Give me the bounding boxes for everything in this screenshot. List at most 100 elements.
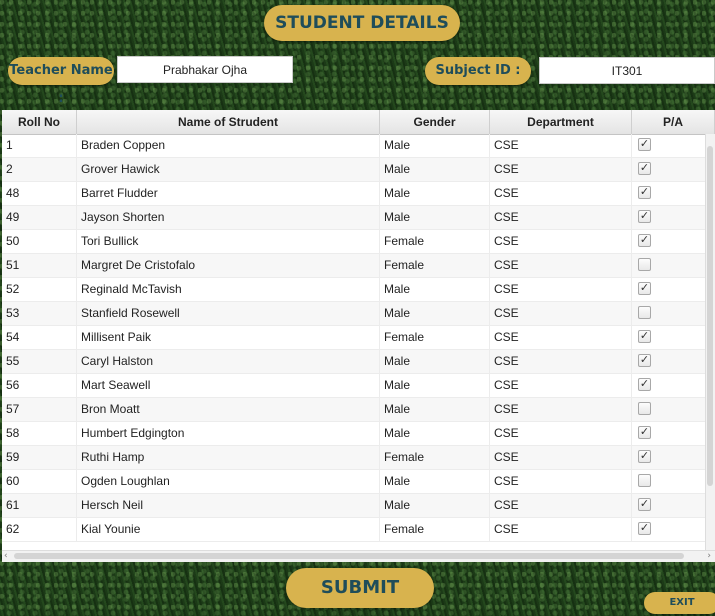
attendance-cell: ✓ <box>632 278 715 301</box>
table-row[interactable]: 48 Barret Fludder Male CSE ✓ <box>2 182 715 206</box>
table-row[interactable]: 51 Margret De Cristofalo Female CSE <box>2 254 715 278</box>
attendance-checkbox[interactable]: ✓ <box>638 450 651 463</box>
roll-no-cell: 54 <box>2 326 77 349</box>
scroll-left-icon[interactable]: ‹ <box>4 551 8 562</box>
roll-no-cell: 59 <box>2 446 77 469</box>
roll-no-cell: 56 <box>2 374 77 397</box>
attendance-cell: ✓ <box>632 374 715 397</box>
attendance-checkbox[interactable]: ✓ <box>638 354 651 367</box>
gender-cell: Female <box>380 230 490 253</box>
student-name-cell: Ruthi Hamp <box>77 446 380 469</box>
column-header-pa[interactable]: P/A <box>632 110 715 134</box>
gender-cell: Male <box>380 470 490 493</box>
column-header-department[interactable]: Department <box>490 110 632 134</box>
column-header-gender[interactable]: Gender <box>380 110 490 134</box>
gender-cell: Male <box>380 374 490 397</box>
table-row[interactable]: 49 Jayson Shorten Male CSE ✓ <box>2 206 715 230</box>
gender-cell: Male <box>380 206 490 229</box>
student-name-cell: Jayson Shorten <box>77 206 380 229</box>
student-name-cell: Grover Hawick <box>77 158 380 181</box>
roll-no-cell: 50 <box>2 230 77 253</box>
student-name-cell: Kial Younie <box>77 518 380 541</box>
subject-id-field[interactable]: IT301 <box>539 57 715 84</box>
student-name-cell: Mart Seawell <box>77 374 380 397</box>
column-header-name[interactable]: Name of Strudent <box>77 110 380 134</box>
gender-cell: Male <box>380 422 490 445</box>
attendance-checkbox[interactable]: ✓ <box>638 210 651 223</box>
teacher-name-field[interactable]: Prabhakar Ojha <box>117 56 293 83</box>
attendance-checkbox[interactable]: ✓ <box>638 498 651 511</box>
horizontal-scrollbar[interactable]: ‹ › <box>2 550 715 562</box>
department-cell: CSE <box>490 302 632 325</box>
vertical-scroll-thumb[interactable] <box>707 146 713 486</box>
attendance-cell: ✓ <box>632 230 715 253</box>
roll-no-cell: 1 <box>2 134 77 157</box>
attendance-cell: ✓ <box>632 446 715 469</box>
attendance-checkbox[interactable]: ✓ <box>638 282 651 295</box>
vertical-scrollbar[interactable] <box>705 134 715 552</box>
table-row[interactable]: 53 Stanfield Rosewell Male CSE <box>2 302 715 326</box>
roll-no-cell: 49 <box>2 206 77 229</box>
attendance-checkbox[interactable]: ✓ <box>638 522 651 535</box>
gender-cell: Male <box>380 158 490 181</box>
department-cell: CSE <box>490 374 632 397</box>
attendance-cell <box>632 302 715 325</box>
table-row[interactable]: 61 Hersch Neil Male CSE ✓ <box>2 494 715 518</box>
table-row[interactable]: 58 Humbert Edgington Male CSE ✓ <box>2 422 715 446</box>
table-row[interactable]: 57 Bron Moatt Male CSE <box>2 398 715 422</box>
table-row[interactable]: 55 Caryl Halston Male CSE ✓ <box>2 350 715 374</box>
attendance-cell: ✓ <box>632 518 715 541</box>
department-cell: CSE <box>490 254 632 277</box>
column-header-roll-no[interactable]: Roll No <box>2 110 77 134</box>
student-name-cell: Stanfield Rosewell <box>77 302 380 325</box>
gender-cell: Male <box>380 278 490 301</box>
department-cell: CSE <box>490 182 632 205</box>
roll-no-cell: 2 <box>2 158 77 181</box>
horizontal-scroll-thumb[interactable] <box>14 553 684 559</box>
department-cell: CSE <box>490 206 632 229</box>
table-row[interactable]: 54 Millisent Paik Female CSE ✓ <box>2 326 715 350</box>
attendance-checkbox[interactable]: ✓ <box>638 378 651 391</box>
student-name-cell: Reginald McTavish <box>77 278 380 301</box>
attendance-checkbox[interactable]: ✓ <box>638 426 651 439</box>
attendance-checkbox[interactable]: ✓ <box>638 138 651 151</box>
submit-button[interactable]: SUBMIT <box>286 568 434 608</box>
checkmark-icon: ✓ <box>639 138 650 150</box>
attendance-checkbox[interactable]: ✓ <box>638 186 651 199</box>
department-cell: CSE <box>490 518 632 541</box>
exit-button[interactable]: EXIT <box>644 592 715 614</box>
attendance-checkbox[interactable] <box>638 402 651 415</box>
table-row[interactable]: 59 Ruthi Hamp Female CSE ✓ <box>2 446 715 470</box>
table-row[interactable]: 52 Reginald McTavish Male CSE ✓ <box>2 278 715 302</box>
attendance-cell <box>632 254 715 277</box>
scroll-right-icon[interactable]: › <box>707 551 711 562</box>
attendance-checkbox[interactable] <box>638 306 651 319</box>
attendance-checkbox[interactable] <box>638 258 651 271</box>
gender-cell: Female <box>380 518 490 541</box>
roll-no-cell: 55 <box>2 350 77 373</box>
gender-cell: Female <box>380 254 490 277</box>
attendance-checkbox[interactable]: ✓ <box>638 330 651 343</box>
table-row[interactable]: 60 Ogden Loughlan Male CSE <box>2 470 715 494</box>
checkmark-icon: ✓ <box>639 282 650 294</box>
gender-cell: Female <box>380 446 490 469</box>
checkmark-icon: ✓ <box>639 426 650 438</box>
student-table: Roll No Name of Strudent Gender Departme… <box>2 110 715 562</box>
department-cell: CSE <box>490 350 632 373</box>
table-row[interactable]: 50 Tori Bullick Female CSE ✓ <box>2 230 715 254</box>
checkmark-icon: ✓ <box>639 450 650 462</box>
checkmark-icon: ✓ <box>639 210 650 222</box>
table-row[interactable]: 62 Kial Younie Female CSE ✓ <box>2 518 715 542</box>
checkmark-icon: ✓ <box>639 522 650 534</box>
table-row[interactable]: 2 Grover Hawick Male CSE ✓ <box>2 158 715 182</box>
attendance-checkbox[interactable]: ✓ <box>638 162 651 175</box>
table-row[interactable]: 1 Braden Coppen Male CSE ✓ <box>2 134 715 158</box>
attendance-cell: ✓ <box>632 158 715 181</box>
roll-no-cell: 48 <box>2 182 77 205</box>
checkmark-icon: ✓ <box>639 186 650 198</box>
roll-no-cell: 58 <box>2 422 77 445</box>
attendance-checkbox[interactable]: ✓ <box>638 234 651 247</box>
gender-cell: Male <box>380 350 490 373</box>
table-row[interactable]: 56 Mart Seawell Male CSE ✓ <box>2 374 715 398</box>
attendance-checkbox[interactable] <box>638 474 651 487</box>
